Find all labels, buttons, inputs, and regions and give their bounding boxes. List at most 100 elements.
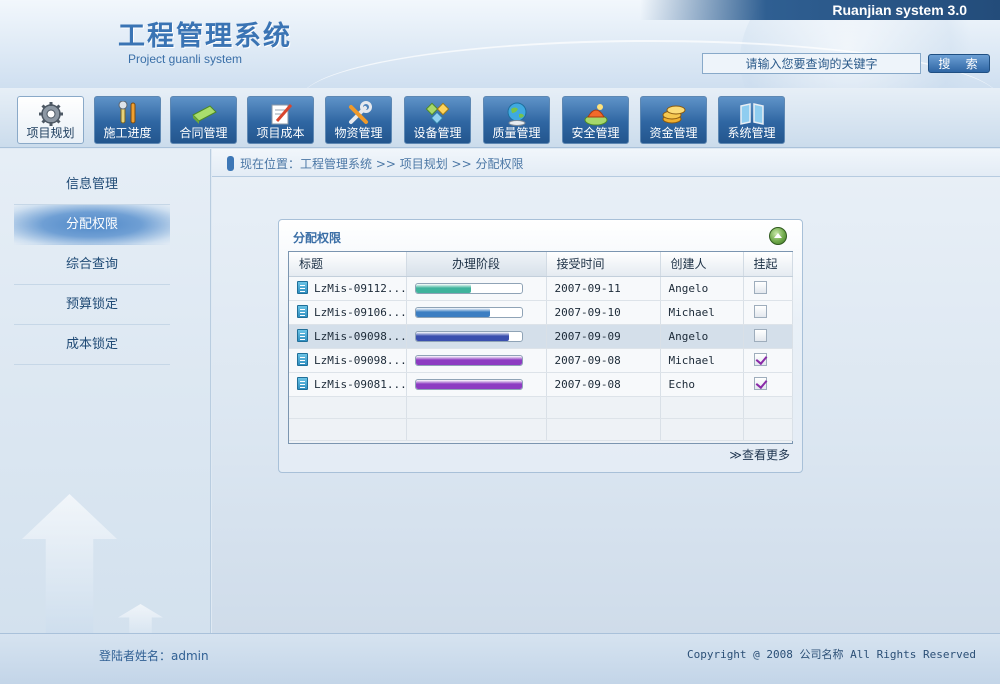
empty-cell (406, 396, 547, 419)
cell-title: LzMis-09098... (289, 324, 407, 349)
empty-cell (743, 396, 793, 419)
suspend-checkbox[interactable] (753, 305, 767, 318)
sidebar: 信息管理 分配权限 综合查询 预算锁定 成本锁定 (0, 149, 211, 633)
column-header-title[interactable]: 标题 (289, 252, 407, 277)
cell-date: 2007-09-08 (546, 372, 661, 397)
nav-label: 质量管理 (492, 126, 541, 140)
empty-cell (660, 396, 744, 419)
row-title: LzMis-09106... (314, 306, 406, 319)
table-header-row: 标题 办理阶段 接受时间 创建人 挂起 (289, 252, 793, 277)
progress-fill (415, 355, 522, 365)
progress-fill (415, 283, 471, 293)
cell-stage (406, 276, 547, 301)
nav-label: 施工进度 (103, 126, 152, 140)
table-row[interactable]: LzMis-09098... 2007-09-08 Michael (289, 348, 793, 373)
task-grid: 标题 办理阶段 接受时间 创建人 挂起 LzMis-09112... 2007-0… (288, 251, 793, 444)
progress-fill (415, 307, 490, 317)
arrow-decoration (22, 494, 117, 633)
table-row[interactable]: LzMis-09106... 2007-09-10 Michael (289, 300, 793, 325)
nav-item-system-management[interactable]: 系统管理 (718, 96, 785, 144)
nav-item-project-cost[interactable]: 项目成本 (247, 96, 314, 144)
nav-item-contract-management[interactable]: 合同管理 (170, 96, 237, 144)
stage-progress-bar (414, 282, 523, 294)
login-user: 登陆者姓名：admin (99, 649, 209, 663)
stage-progress-bar (414, 306, 523, 318)
nav-item-safety-management[interactable]: 安全管理 (562, 96, 629, 144)
cell-title: LzMis-09098... (289, 348, 407, 373)
empty-cell (289, 396, 407, 419)
table-row[interactable]: LzMis-09081... 2007-09-08 Echo (289, 372, 793, 397)
search-button[interactable]: 搜 索 (928, 54, 990, 73)
empty-cell (289, 418, 407, 441)
cell-suspended (743, 372, 793, 397)
version-label: Ruanjian system 3.0 (832, 2, 967, 18)
document-icon (297, 281, 308, 294)
nav-label: 设备管理 (413, 126, 462, 140)
nav-item-funds-management[interactable]: 资金管理 (640, 96, 707, 144)
suspend-checkbox[interactable] (753, 281, 767, 294)
sidebar-item-assign-permissions[interactable]: 分配权限 (14, 205, 170, 245)
table-row[interactable]: LzMis-09098... 2007-09-09 Angelo (289, 324, 793, 349)
suspend-checkbox[interactable] (753, 329, 767, 342)
footer: 登陆者姓名：admin Copyright @ 2008 公司名称 All Ri… (0, 633, 1000, 684)
column-header-stage[interactable]: 办理阶段 (406, 252, 547, 277)
breadcrumb-text: 现在位置：工程管理系统 >> 项目规划 >> 分配权限 (240, 157, 524, 171)
cell-creator: Echo (660, 372, 744, 397)
cell-title: LzMis-09112... (289, 276, 407, 301)
search-input[interactable] (702, 53, 921, 74)
collapse-up-icon[interactable] (769, 227, 787, 245)
nav-label: 资金管理 (649, 126, 698, 140)
app-title: 工程管理系统 (118, 21, 292, 51)
empty-cell (546, 418, 661, 441)
view-more-link[interactable]: ≫查看更多 (729, 446, 790, 463)
progress-fill (415, 331, 509, 341)
column-header-suspended[interactable]: 挂起 (743, 252, 793, 277)
cell-stage (406, 324, 547, 349)
permissions-panel: 分配权限 标题 办理阶段 接受时间 创建人 挂起 LzMis-09112... 2… (278, 219, 803, 473)
stage-progress-bar (414, 330, 523, 342)
nav-label: 安全管理 (571, 126, 620, 140)
nav-item-equipment-management[interactable]: 设备管理 (404, 96, 471, 144)
task-table: 标题 办理阶段 接受时间 创建人 挂起 LzMis-09112... 2007-0… (289, 252, 793, 441)
nav-item-quality-management[interactable]: 质量管理 (483, 96, 550, 144)
suspend-checkbox[interactable] (753, 377, 767, 390)
nav-label: 物资管理 (334, 126, 383, 140)
cell-title: LzMis-09081... (289, 372, 407, 397)
sidebar-item-comprehensive-query[interactable]: 综合查询 (14, 245, 170, 285)
cell-date: 2007-09-09 (546, 324, 661, 349)
row-title: LzMis-09112... (314, 282, 406, 295)
main-nav: 项目规划 施工进度 合同管理 项目成本 物资管理 设备管理 质量管理 安全管理 … (0, 88, 1000, 148)
cell-stage (406, 300, 547, 325)
app-subtitle: Project guanli system (128, 52, 243, 66)
cell-creator: Michael (660, 300, 744, 325)
row-title: LzMis-09098... (314, 330, 406, 343)
cell-date: 2007-09-11 (546, 276, 661, 301)
sidebar-item-cost-lock[interactable]: 成本锁定 (14, 325, 170, 365)
nav-item-construction-progress[interactable]: 施工进度 (94, 96, 161, 144)
empty-cell (406, 418, 547, 441)
cell-suspended (743, 348, 793, 373)
nav-label: 合同管理 (179, 126, 228, 140)
empty-cell (743, 418, 793, 441)
cell-stage (406, 348, 547, 373)
nav-label: 项目规划 (26, 126, 75, 140)
main-content: 现在位置：工程管理系统 >> 项目规划 >> 分配权限 分配权限 标题 办理阶段… (212, 149, 1000, 633)
nav-item-materials-management[interactable]: 物资管理 (325, 96, 392, 144)
document-icon (297, 329, 308, 342)
nav-item-project-planning[interactable]: 项目规划 (17, 96, 84, 144)
empty-cell (546, 396, 661, 419)
column-header-received-time[interactable]: 接受时间 (546, 252, 661, 277)
table-row[interactable]: LzMis-09112... 2007-09-11 Angelo (289, 276, 793, 301)
header: Ruanjian system 3.0 工程管理系统 Project guanl… (0, 0, 1000, 88)
stage-progress-bar (414, 354, 523, 366)
suspend-checkbox[interactable] (753, 353, 767, 366)
nav-label: 项目成本 (256, 126, 305, 140)
nav-label: 系统管理 (727, 126, 776, 140)
cell-suspended (743, 300, 793, 325)
sidebar-item-budget-lock[interactable]: 预算锁定 (14, 285, 170, 325)
stage-progress-bar (414, 378, 523, 390)
row-title: LzMis-09098... (314, 354, 406, 367)
sidebar-item-info-management[interactable]: 信息管理 (14, 165, 170, 205)
column-header-creator[interactable]: 创建人 (660, 252, 744, 277)
empty-row (289, 396, 793, 419)
